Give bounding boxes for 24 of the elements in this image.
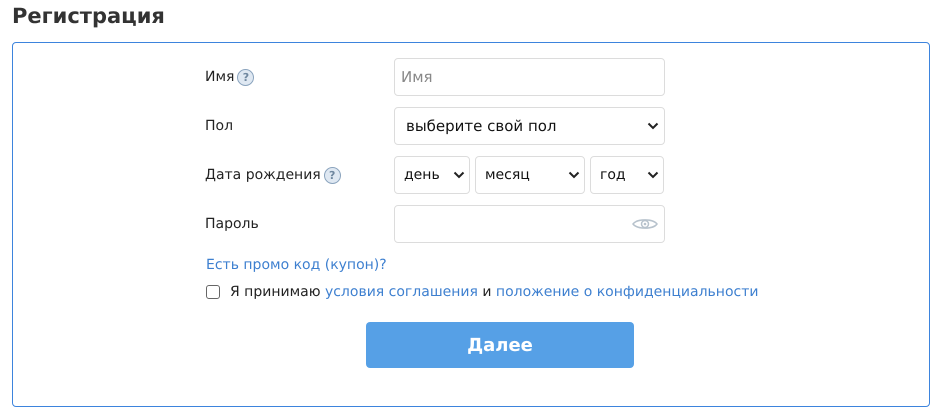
next-button[interactable]: Далее bbox=[366, 322, 634, 368]
chevron-down-icon bbox=[647, 171, 659, 179]
date-select[interactable]: год bbox=[590, 156, 664, 194]
promo-code-link[interactable]: Есть промо код (купон)? bbox=[206, 257, 387, 273]
help-icon[interactable]: ? bbox=[237, 68, 254, 86]
agreement-checkbox[interactable] bbox=[206, 285, 220, 299]
field-label: Пароль bbox=[205, 216, 259, 232]
gender-select[interactable]: выберите свой пол bbox=[394, 107, 665, 145]
chevron-down-icon bbox=[568, 171, 580, 179]
agreement-text: Я принимаю условия соглашения и положение о конфиденциальности bbox=[230, 284, 758, 300]
help-icon[interactable]: ? bbox=[324, 166, 341, 184]
terms-link[interactable]: условия соглашения bbox=[324, 284, 478, 300]
eye-icon[interactable] bbox=[632, 217, 658, 231]
chevron-down-icon bbox=[453, 171, 465, 179]
chevron-down-icon bbox=[647, 122, 659, 130]
privacy-link[interactable]: положение о конфиденциальности bbox=[496, 284, 758, 300]
date-select[interactable]: месяц bbox=[475, 156, 585, 194]
name-field[interactable]: Имя bbox=[394, 58, 665, 96]
field-label: Имя bbox=[205, 69, 234, 85]
field-label: Дата рождения bbox=[205, 167, 321, 183]
date-select[interactable]: день bbox=[394, 156, 470, 194]
field-label: Пол bbox=[205, 118, 234, 134]
page-title: Регистрация bbox=[12, 3, 166, 30]
password-field[interactable] bbox=[394, 205, 665, 243]
